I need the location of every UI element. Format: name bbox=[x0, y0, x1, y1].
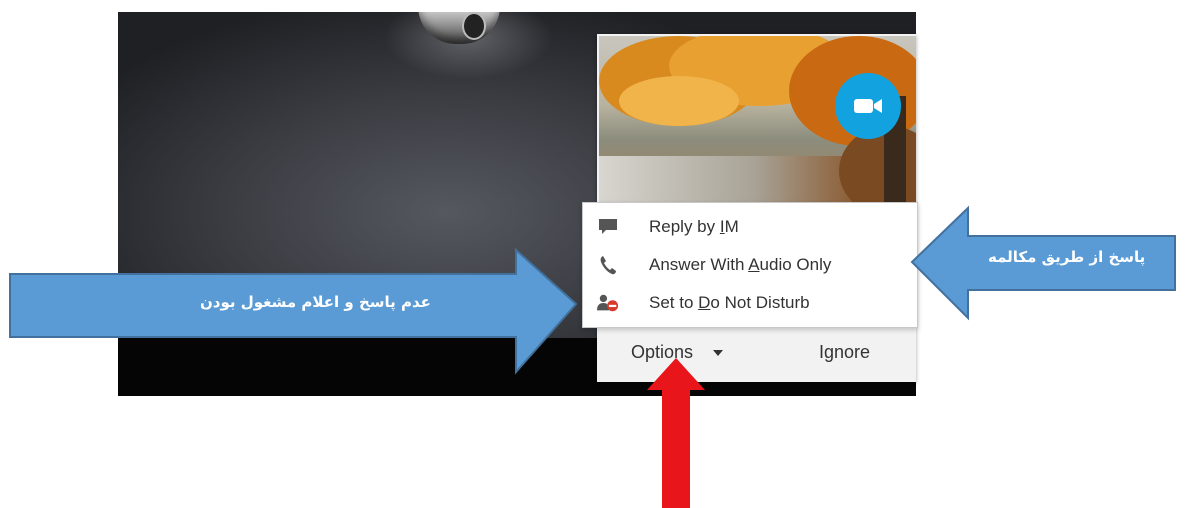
left-arrow-text: عدم پاسخ و اعلام مشغول بودن bbox=[200, 293, 431, 311]
left-annotation-arrow bbox=[9, 247, 578, 375]
right-arrow-text: پاسخ از طریق مکالمه bbox=[988, 248, 1146, 266]
red-pointer-arrow bbox=[647, 358, 705, 508]
